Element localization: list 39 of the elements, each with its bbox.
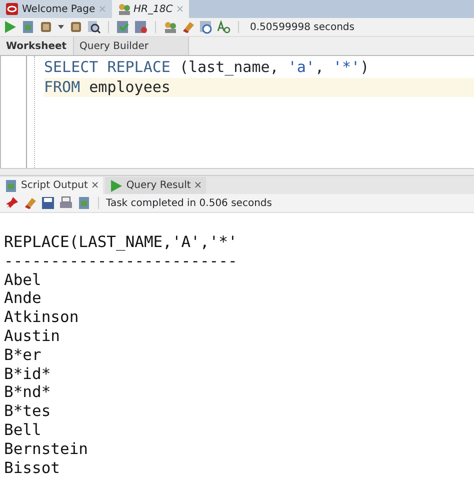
code-line: SELECT REPLACE (last_name, 'a', '*') <box>44 58 370 78</box>
editor-tab[interactable]: Query Builder <box>74 37 190 55</box>
output-row-text: B*nd* <box>4 383 52 402</box>
letters-icon[interactable] <box>217 20 231 34</box>
header-rule: ------------------------- <box>4 252 238 271</box>
magnifier-icon[interactable] <box>87 20 101 34</box>
output-row-text: Abel <box>4 270 42 290</box>
status-text: Task completed in 0.506 seconds <box>106 196 272 210</box>
eraser-icon[interactable] <box>181 20 195 34</box>
output-row-text: Atkinson <box>4 308 80 327</box>
output-row-text: Bissot <box>4 458 61 478</box>
editor-tab[interactable]: Worksheet <box>0 37 74 55</box>
document-tab[interactable]: Welcome Page × <box>0 0 112 18</box>
document-icon[interactable] <box>21 20 35 34</box>
people-icon[interactable] <box>116 2 131 16</box>
output-tab[interactable]: Script Output × <box>0 177 104 194</box>
document-icon[interactable] <box>4 178 18 192</box>
timing-text: 0.50599998 seconds <box>250 20 354 34</box>
checkmark-icon[interactable] <box>116 20 130 34</box>
people-icon[interactable] <box>163 20 177 34</box>
document-icon[interactable] <box>77 196 91 210</box>
output-row-text: Bell <box>4 420 42 440</box>
output-row-text: Bernstein <box>4 440 89 459</box>
printer-icon[interactable] <box>59 196 73 210</box>
output-row-text: B*tes <box>4 402 52 421</box>
pin-icon[interactable] <box>5 196 19 210</box>
logo-icon[interactable] <box>5 2 19 16</box>
output-row-text: Austin <box>4 326 61 346</box>
code-editor[interactable]: SELECT REPLACE (last_name, 'a', '*') FROM employees <box>34 56 474 168</box>
play-icon[interactable] <box>3 20 17 34</box>
output-row-text: Ande <box>4 289 42 308</box>
document-tab[interactable]: HR_18C × <box>112 0 190 18</box>
column-header: REPLACE(LAST_NAME,'A','*' <box>4 233 238 252</box>
save-icon[interactable] <box>41 196 55 210</box>
output-row-text: B*id* <box>4 364 52 384</box>
output-tab[interactable]: Query Result × <box>105 177 206 194</box>
document-icon[interactable] <box>134 20 148 34</box>
output-row-text: B*er <box>4 346 42 365</box>
eraser-icon[interactable] <box>23 196 37 210</box>
